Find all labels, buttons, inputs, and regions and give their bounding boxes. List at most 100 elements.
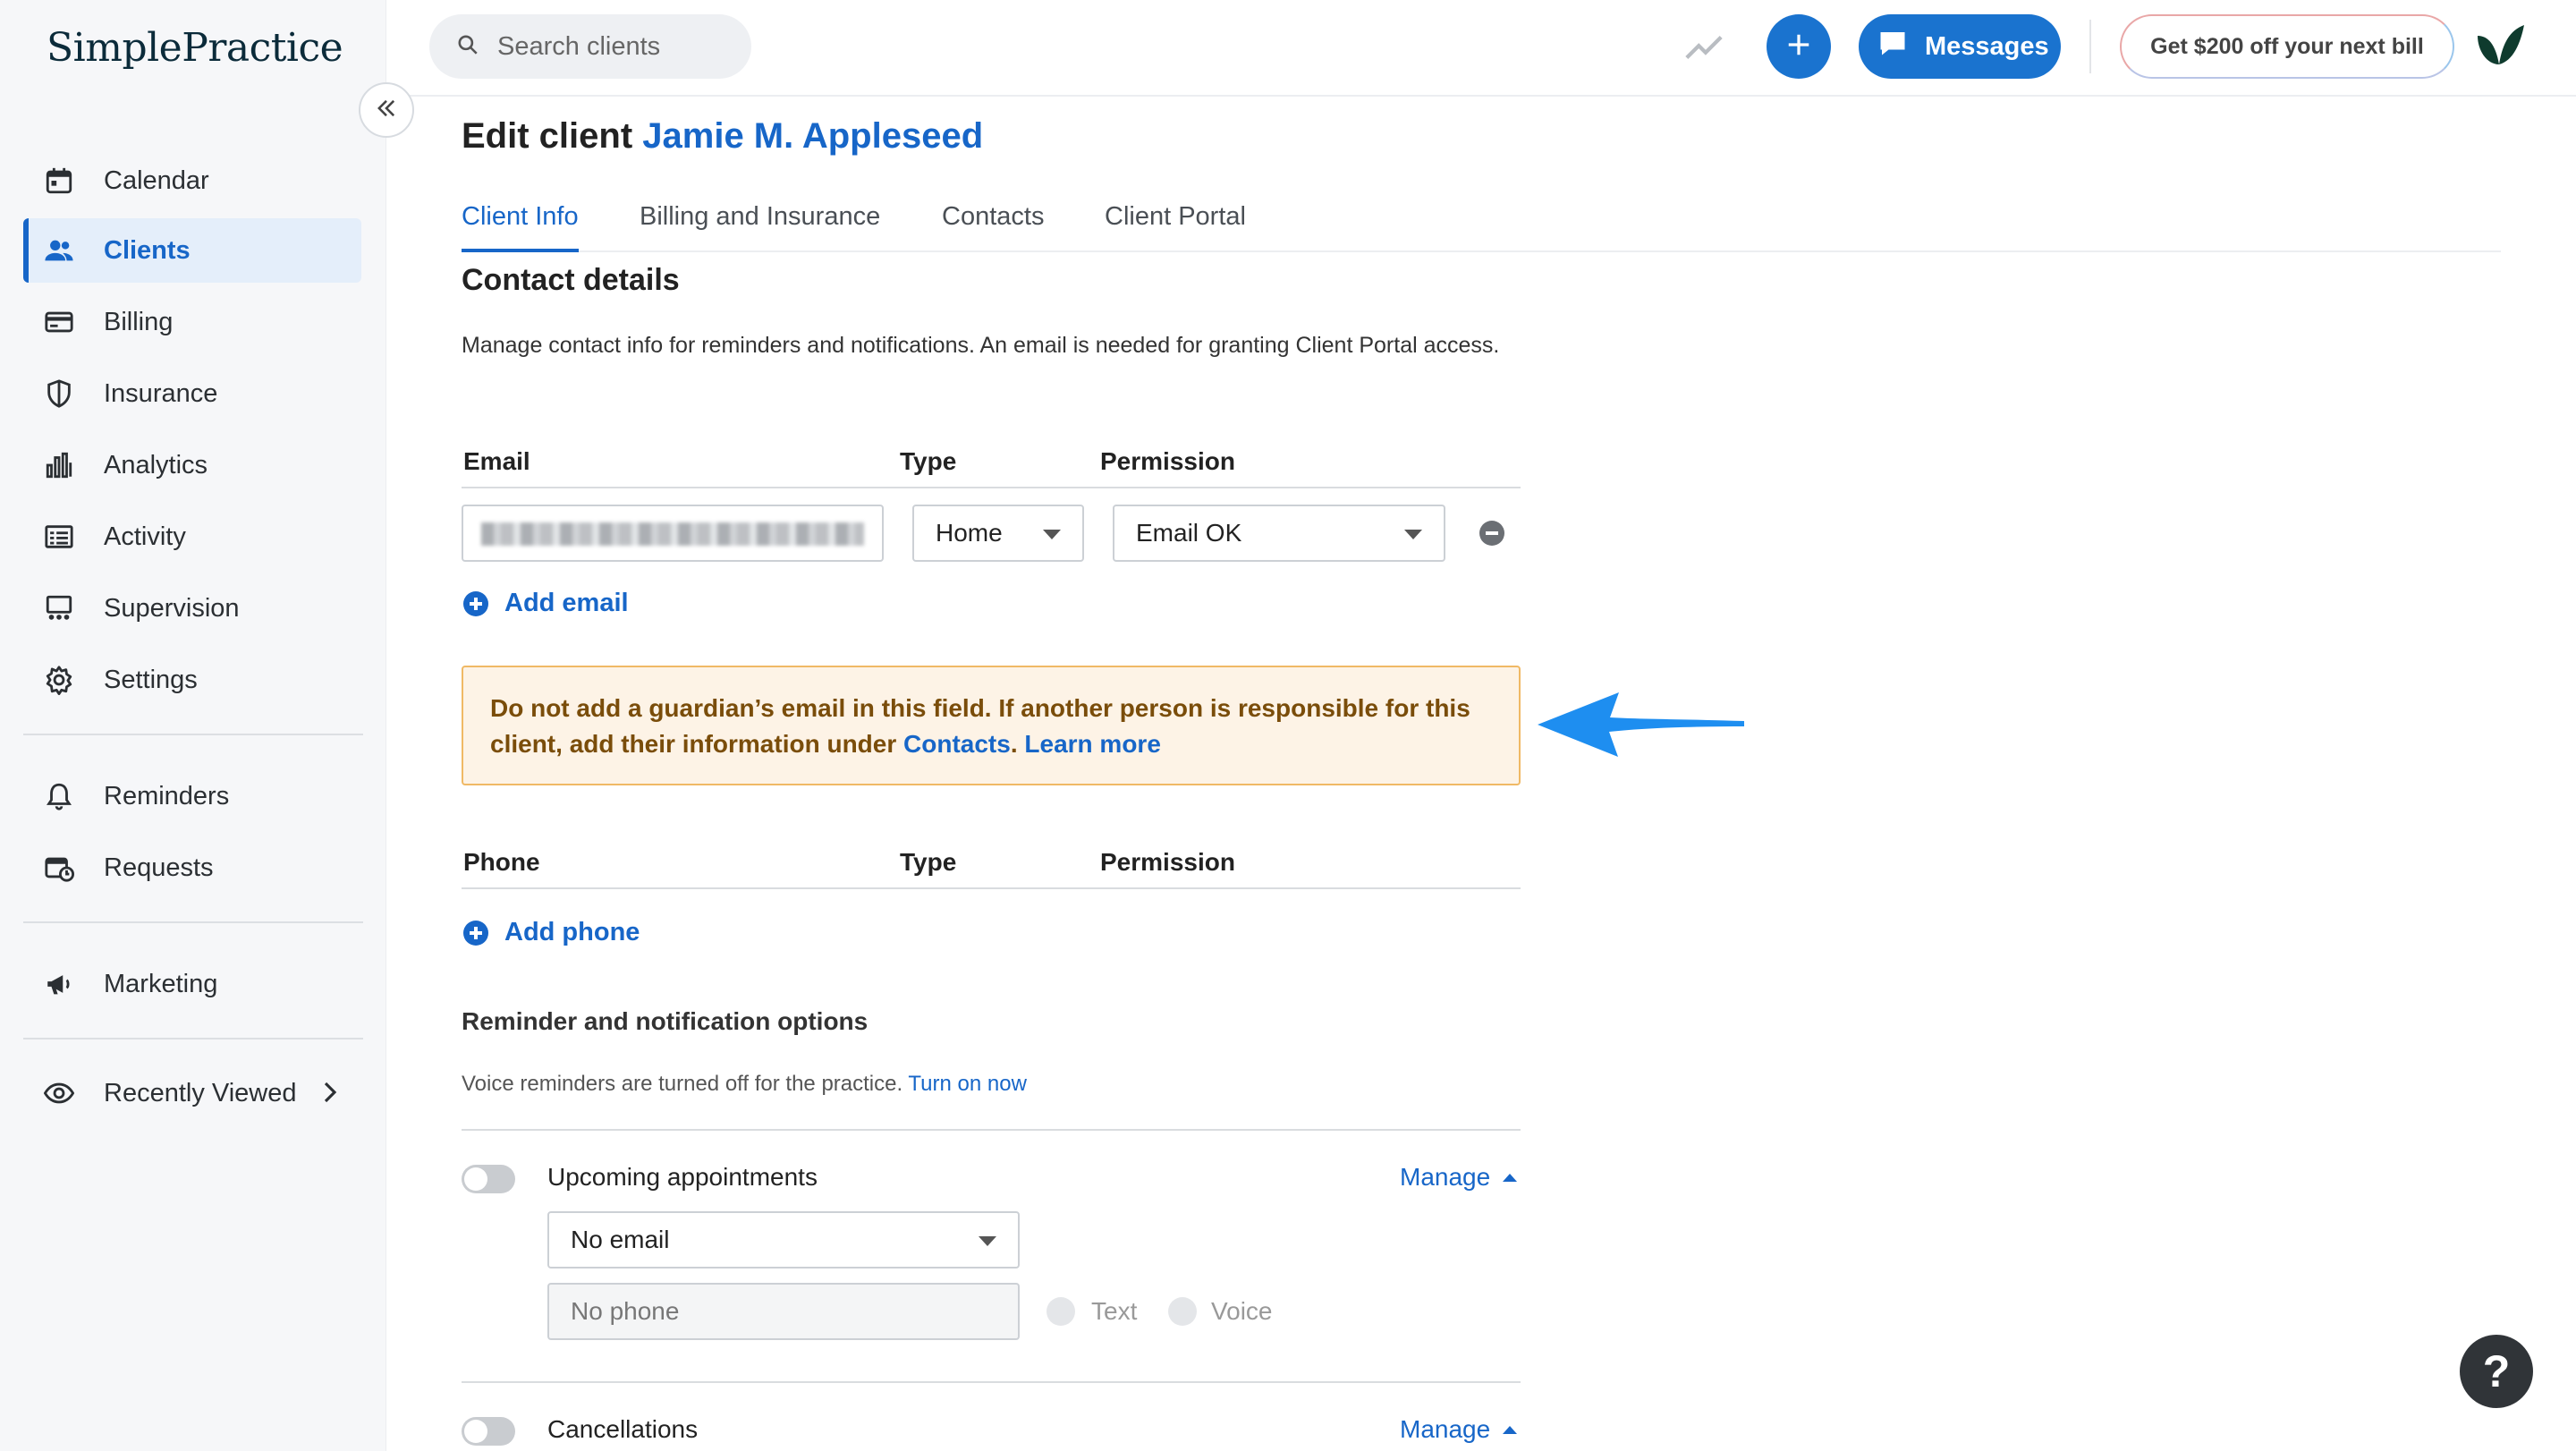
turn-on-now-link[interactable]: Turn on now [908, 1072, 1027, 1096]
client-name: Jamie M. Appleseed [642, 116, 984, 156]
requests-icon [41, 850, 77, 886]
manage-label: Manage [1400, 1415, 1491, 1443]
sidebar-item-reminders[interactable]: Reminders [23, 764, 361, 828]
reminders-divider [462, 1129, 1521, 1131]
promo-button[interactable]: Get $200 off your next bill [2120, 14, 2454, 79]
search-bar[interactable] [429, 14, 751, 79]
tab-billing-and-insurance[interactable]: Billing and Insurance [640, 202, 880, 252]
sidebar-item-label: Activity [104, 522, 186, 551]
calendar-icon [41, 163, 77, 199]
phone-type-column-header: Type [900, 848, 957, 876]
email-field[interactable] [462, 505, 884, 562]
sidebar-item-label: Recently Viewed [104, 1078, 297, 1107]
sidebar-item-billing[interactable]: Billing [23, 290, 361, 354]
permission-column-header: Permission [1100, 447, 1235, 475]
double-chevron-left-icon [374, 96, 399, 125]
trend-icon[interactable] [1683, 27, 1724, 72]
phone-column-header: Phone [463, 848, 540, 876]
voice-radio [1168, 1297, 1197, 1326]
add-phone-button[interactable]: Add phone [463, 918, 640, 947]
plus-circle-icon [463, 590, 488, 616]
email-permission-value: Email OK [1136, 519, 1242, 547]
contacts-link[interactable]: Contacts [903, 730, 1011, 758]
analytics-icon [41, 447, 77, 483]
chevron-up-icon [1503, 1425, 1518, 1434]
cancellations-toggle[interactable] [462, 1417, 515, 1446]
chevron-down-icon [979, 1236, 996, 1246]
sidebar-item-insurance[interactable]: Insurance [23, 361, 361, 426]
eye-icon [41, 1075, 77, 1111]
collapse-sidebar-button[interactable] [359, 82, 414, 138]
phone-permission-column-header: Permission [1100, 848, 1235, 876]
email-type-value: Home [936, 519, 1003, 547]
plus-circle-icon [463, 920, 488, 946]
sidebar-item-clients[interactable]: Clients [23, 218, 361, 283]
reminder-email-select[interactable]: No email [547, 1211, 1020, 1269]
sidebar-item-label: Analytics [104, 450, 208, 479]
sidebar-item-label: Clients [104, 235, 191, 265]
plus-icon [1785, 31, 1812, 63]
tab-client-info[interactable]: Client Info [462, 202, 579, 252]
email-column-header: Email [463, 447, 530, 475]
tab-client-portal[interactable]: Client Portal [1105, 202, 1246, 252]
reminder-email-value: No email [571, 1226, 670, 1253]
contact-details-description: Manage contact info for reminders and no… [462, 333, 1500, 358]
supervision-icon [41, 590, 77, 626]
sidebar-item-label: Requests [104, 853, 214, 882]
clients-icon [41, 233, 77, 268]
sidebar-item-analytics[interactable]: Analytics [23, 433, 361, 497]
sidebar-item-activity[interactable]: Activity [23, 505, 361, 569]
chat-bubble-icon [1877, 27, 1925, 66]
search-icon [456, 33, 479, 61]
chevron-down-icon [1043, 530, 1061, 539]
sidebar: SimplePractice Calendar Clients Billing … [0, 0, 386, 1451]
learn-more-link[interactable]: Learn more [1024, 730, 1161, 758]
messages-label: Messages [1925, 31, 2049, 61]
upcoming-appointments-toggle[interactable] [462, 1165, 515, 1193]
shield-icon [41, 376, 77, 412]
sidebar-item-label: Settings [104, 665, 198, 694]
add-email-label: Add email [504, 589, 629, 617]
email-permission-select[interactable]: Email OK [1113, 505, 1445, 562]
activity-icon [41, 519, 77, 555]
search-input[interactable] [497, 31, 730, 62]
sidebar-item-marketing[interactable]: Marketing [23, 952, 361, 1016]
billing-icon [41, 304, 77, 340]
callout-arrow-icon [1534, 683, 1749, 768]
sidebar-divider [23, 734, 363, 735]
messages-button[interactable]: Messages [1859, 14, 2061, 79]
app-logo[interactable]: SimplePractice [47, 25, 343, 71]
create-new-button[interactable] [1767, 14, 1831, 79]
sidebar-item-label: Insurance [104, 378, 218, 408]
tab-contacts[interactable]: Contacts [942, 202, 1044, 252]
chevron-right-icon [317, 1079, 343, 1110]
manage-upcoming-link[interactable]: Manage [1400, 1163, 1518, 1192]
top-bar: Messages Get $200 off your next bill [386, 0, 2576, 97]
gear-icon [41, 662, 77, 698]
client-tabs: Client Info Billing and Insurance Contac… [462, 202, 2501, 252]
phone-header-divider [462, 887, 1521, 889]
sidebar-item-calendar[interactable]: Calendar [23, 148, 361, 213]
manage-cancellations-link[interactable]: Manage [1400, 1415, 1518, 1444]
guardian-email-warning: Do not add a guardian’s email in this fi… [462, 666, 1521, 785]
topbar-divider [2089, 20, 2091, 73]
sidebar-item-recently-viewed[interactable]: Recently Viewed [23, 1061, 361, 1125]
sidebar-item-settings[interactable]: Settings [23, 648, 361, 712]
add-email-button[interactable]: Add email [463, 589, 629, 618]
email-type-select[interactable]: Home [912, 505, 1084, 562]
brand-leaf-icon[interactable] [2470, 18, 2528, 80]
email-header-divider [462, 487, 1521, 488]
sidebar-divider [23, 921, 363, 923]
reminder-phone-value: No phone [571, 1297, 680, 1325]
sidebar-item-requests[interactable]: Requests [23, 836, 361, 900]
warning-period: . [1010, 730, 1018, 758]
sidebar-item-label: Calendar [104, 165, 209, 195]
remove-email-icon[interactable] [1479, 521, 1504, 546]
text-radio [1046, 1297, 1075, 1326]
sidebar-divider [23, 1038, 363, 1039]
megaphone-icon [41, 966, 77, 1002]
help-button[interactable]: ? [2460, 1335, 2533, 1408]
add-phone-label: Add phone [504, 918, 640, 946]
sidebar-item-supervision[interactable]: Supervision [23, 576, 361, 641]
sidebar-item-label: Marketing [104, 969, 218, 998]
